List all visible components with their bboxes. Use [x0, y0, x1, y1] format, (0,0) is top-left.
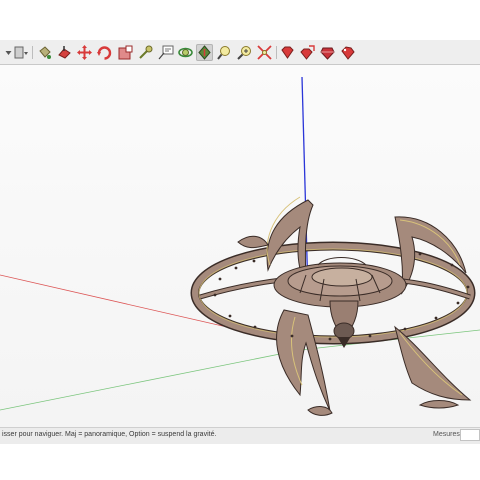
ruby-icon[interactable]	[319, 44, 336, 61]
move-icon[interactable]	[76, 44, 93, 61]
scene-canvas	[0, 76, 480, 416]
lower-right-tip	[418, 400, 460, 409]
paint-bucket-icon[interactable]	[36, 44, 53, 61]
fusion-reactor	[333, 322, 355, 340]
tape-measure-icon[interactable]	[137, 44, 154, 61]
red-axis	[0, 274, 241, 331]
zoom-icon[interactable]	[236, 44, 253, 61]
select-dropdown-icon[interactable]	[12, 44, 29, 61]
space-station-model	[190, 196, 476, 416]
gem-icon[interactable]	[279, 44, 296, 61]
lower-right-pylon	[394, 325, 472, 401]
measurements-label: Mesures	[433, 431, 460, 438]
toolbar-separator	[276, 46, 277, 59]
look-around-icon[interactable]	[216, 44, 233, 61]
gem-share-icon[interactable]	[299, 44, 316, 61]
3d-viewport[interactable]	[0, 65, 480, 427]
promenade-dome	[311, 267, 373, 287]
status-bar: isser pour naviguer. Maj = panoramique, …	[0, 427, 480, 444]
upper-left-tip	[237, 235, 269, 249]
scale-icon[interactable]	[117, 44, 134, 61]
dropdown-arrow-icon[interactable]	[0, 44, 12, 61]
rotate-icon[interactable]	[96, 44, 113, 61]
walk-icon[interactable]	[196, 44, 213, 61]
text-label-icon[interactable]	[157, 44, 174, 61]
sketchup-window: isser pour naviguer. Maj = panoramique, …	[0, 0, 480, 480]
toolbar-separator	[32, 46, 33, 59]
green-axis	[0, 349, 301, 411]
lower-left-pylon	[276, 309, 331, 412]
orbit-icon[interactable]	[177, 44, 194, 61]
status-hint: isser pour naviguer. Maj = panoramique, …	[2, 431, 217, 438]
extension-warehouse-icon[interactable]	[339, 44, 356, 61]
measurements-input[interactable]	[460, 429, 480, 441]
zoom-extents-icon[interactable]	[256, 44, 273, 61]
toolbar	[0, 40, 480, 65]
push-pull-icon[interactable]	[56, 44, 73, 61]
